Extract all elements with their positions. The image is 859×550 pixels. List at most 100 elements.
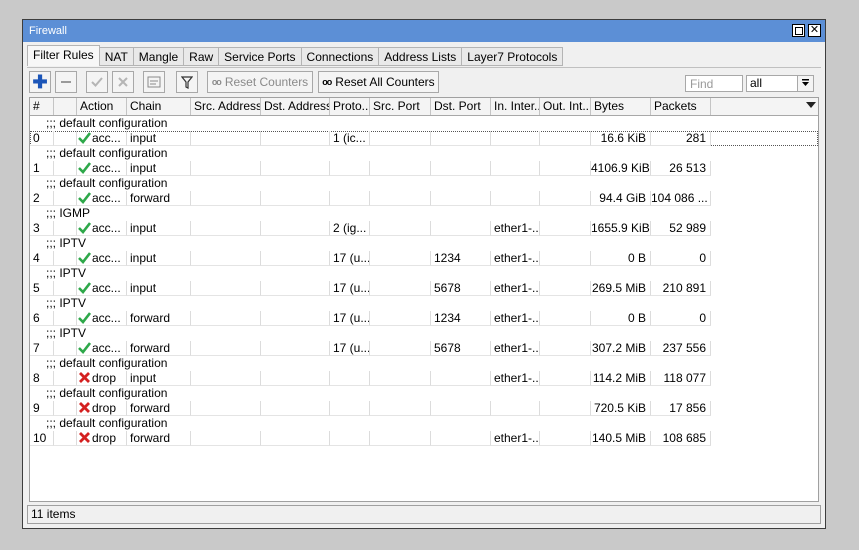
remove-button[interactable]	[55, 71, 77, 93]
header-col-dst-port[interactable]: Dst. Port	[431, 98, 491, 115]
table-row[interactable]: 5 acc... input 17 (u... 5678 ether1-... 269.5 …	[30, 281, 818, 296]
rule-comment[interactable]: ;;; IPTV	[30, 326, 818, 341]
header-col-packets[interactable]: Packets	[651, 98, 711, 115]
cell-num: 7	[30, 341, 54, 356]
reset-counters-button[interactable]: oo Reset Counters	[207, 71, 313, 93]
cell-packets: 210 891	[651, 281, 711, 296]
column-menu-icon[interactable]	[806, 102, 816, 108]
cell-protocol	[330, 191, 370, 206]
cell-num: 0	[30, 131, 54, 146]
rule-comment[interactable]: ;;; default configuration	[30, 416, 818, 431]
header-col-action[interactable]: Action	[77, 98, 127, 115]
header-col-out-interface[interactable]: Out. Int...	[540, 98, 591, 115]
item-count: 11 items	[31, 507, 76, 521]
drop-x-icon	[79, 402, 90, 413]
header-col-bytes[interactable]: Bytes	[591, 98, 651, 115]
cell-bytes: 114.2 MiB	[591, 371, 651, 386]
cell-in-interface-text: ether1-...	[494, 311, 540, 325]
disable-button[interactable]	[112, 71, 134, 93]
table-row[interactable]: 3 acc... input 2 (ig... ether1-... 1655.9 KiB…	[30, 221, 818, 236]
counter-icon: oo	[211, 77, 222, 87]
scope-select-value: all	[750, 76, 763, 90]
toolbar: ✚ oo Reset Counters oo Reset All Counter…	[27, 67, 821, 98]
reset-all-counters-button[interactable]: oo Reset All Counters	[318, 71, 439, 93]
cell-bytes-text: 114.2 MiB	[592, 371, 646, 385]
cell-flags	[54, 371, 77, 386]
rule-comment[interactable]: ;;; IGMP	[30, 206, 818, 221]
title-bar[interactable]: Firewall ✕	[23, 20, 825, 42]
header-col-protocol[interactable]: Proto...	[330, 98, 370, 115]
chevron-down-icon[interactable]	[797, 76, 813, 91]
cell-protocol	[330, 431, 370, 446]
rule-comment[interactable]: ;;; default configuration	[30, 356, 818, 371]
cell-chain-text: input	[130, 371, 157, 385]
cell-bytes-text: 0 B	[627, 311, 646, 325]
rule-comment[interactable]: ;;; default configuration	[30, 116, 818, 131]
table-row[interactable]: 4 acc... input 17 (u... 1234 ether1-... 0 B 0	[30, 251, 818, 266]
cell-src-address	[191, 251, 261, 266]
cell-chain: forward	[127, 311, 191, 326]
table-row[interactable]: 7 acc... forward 17 (u... 5678 ether1-... 307.…	[30, 341, 818, 356]
cell-packets-text: 108 685	[662, 431, 706, 445]
plus-icon: ✚	[32, 72, 48, 92]
find-input[interactable]	[685, 75, 743, 92]
drop-x-icon	[79, 432, 90, 443]
cell-packets-text: 281	[685, 131, 706, 145]
cell-flags	[54, 401, 77, 416]
rule-comment[interactable]: ;;; IPTV	[30, 296, 818, 311]
cell-num-text: 0	[33, 131, 40, 145]
table-body: ;;; default configuration 0 acc... input 1 (…	[30, 116, 818, 446]
rules-table: # Action Chain Src. Address Dst. Address Prot…	[29, 97, 819, 502]
tab-filter-rules[interactable]: Filter Rules	[27, 45, 100, 66]
cell-flags	[54, 281, 77, 296]
add-button[interactable]: ✚	[29, 71, 51, 93]
cell-num: 2	[30, 191, 54, 206]
tab-nat[interactable]: NAT	[99, 47, 134, 66]
header-col-num[interactable]: #	[30, 98, 54, 115]
action-text: acc...	[92, 251, 121, 265]
rule-comment[interactable]: ;;; default configuration	[30, 386, 818, 401]
table-row[interactable]: 2 acc... forward 94.4 GiB 104 086 ...	[30, 191, 818, 206]
cell-src-address	[191, 341, 261, 356]
cell-src-address	[191, 221, 261, 236]
table-row[interactable]: 9 drop forward 720.5 KiB 17 856	[30, 401, 818, 416]
cell-in-interface-text: ether1-...	[494, 341, 540, 355]
scope-select[interactable]: all	[746, 75, 814, 92]
header-col-flags[interactable]	[54, 98, 77, 115]
cell-src-port	[370, 341, 431, 356]
tab-mangle[interactable]: Mangle	[133, 47, 185, 66]
rule-comment[interactable]: ;;; IPTV	[30, 266, 818, 281]
cell-bytes-text: 4106.9 KiB	[591, 161, 650, 175]
tab-layer7-protocols[interactable]: Layer7 Protocols	[462, 47, 564, 66]
cell-bytes-text: 16.6 KiB	[600, 131, 646, 145]
table-row[interactable]: 1 acc... input 4106.9 KiB 26 513	[30, 161, 818, 176]
tab-address-lists[interactable]: Address Lists	[379, 47, 463, 66]
cell-num: 5	[30, 281, 54, 296]
filter-button[interactable]	[176, 71, 198, 93]
cell-bytes-text: 1655.9 KiB	[591, 221, 650, 235]
close-button[interactable]: ✕	[808, 24, 821, 37]
rule-comment[interactable]: ;;; IPTV	[30, 236, 818, 251]
cell-bytes-text: 269.5 MiB	[591, 281, 646, 295]
restore-button[interactable]	[792, 24, 805, 37]
table-row[interactable]: 6 acc... forward 17 (u... 1234 ether1-... 0 B 0	[30, 311, 818, 326]
cell-dst-address	[261, 191, 330, 206]
cell-protocol	[330, 161, 370, 176]
table-row[interactable]: 8 drop input ether1-... 114.2 MiB 118 077	[30, 371, 818, 386]
header-col-dst-address[interactable]: Dst. Address	[261, 98, 330, 115]
rule-comment[interactable]: ;;; default configuration	[30, 146, 818, 161]
tab-raw[interactable]: Raw	[184, 47, 220, 66]
rule-comment[interactable]: ;;; default configuration	[30, 176, 818, 191]
header-col-src-address[interactable]: Src. Address	[191, 98, 261, 115]
tab-service-ports[interactable]: Service Ports	[219, 47, 302, 66]
table-row[interactable]: 0 acc... input 1 (ic... 16.6 KiB 281	[30, 131, 818, 146]
cell-src-address	[191, 281, 261, 296]
tab-connections[interactable]: Connections	[301, 47, 380, 66]
table-row[interactable]: 10 drop forward ether1-... 140.5 MiB 108 685	[30, 431, 818, 446]
enable-button[interactable]	[86, 71, 108, 93]
header-col-chain[interactable]: Chain	[127, 98, 191, 115]
header-col-in-interface[interactable]: In. Inter...	[491, 98, 540, 115]
cell-in-interface: ether1-...	[491, 221, 540, 236]
header-col-src-port[interactable]: Src. Port	[370, 98, 431, 115]
comment-button[interactable]	[143, 71, 165, 93]
